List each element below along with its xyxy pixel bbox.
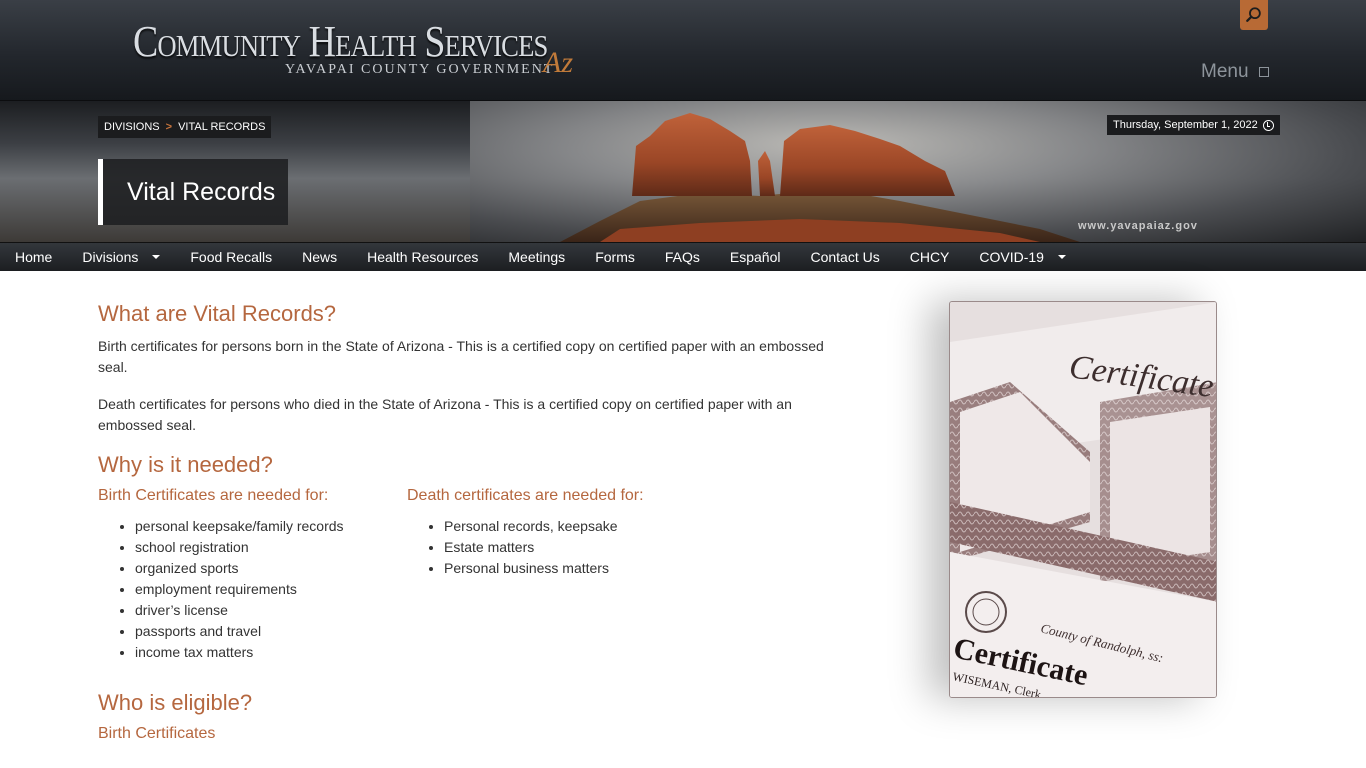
- logo-title: Community Health Services: [133, 17, 548, 66]
- logo-subtitle: YAVAPAI COUNTY GOVERNMENT: [285, 62, 555, 77]
- needs-columns: Birth Certificates are needed for: perso…: [98, 487, 858, 677]
- list-item: employment requirements: [135, 579, 398, 600]
- dropdown-caret-icon: [1057, 255, 1066, 259]
- nav-news[interactable]: News: [287, 243, 352, 272]
- menu-label: Menu: [1201, 61, 1249, 82]
- nav-forms[interactable]: Forms: [580, 243, 650, 272]
- clock-icon: [1262, 119, 1274, 131]
- nav-divisions[interactable]: Divisions: [67, 243, 175, 272]
- list-item: Estate matters: [444, 537, 727, 558]
- list-item: Personal records, keepsake: [444, 516, 727, 537]
- list-item: personal keepsake/family records: [135, 516, 398, 537]
- list-item: driver’s license: [135, 600, 398, 621]
- site-logo[interactable]: Community Health Services YAVAPAI COUNTY…: [133, 16, 593, 86]
- death-needs-column: Death certificates are needed for: Perso…: [407, 487, 727, 579]
- nav-label: Food Recalls: [190, 249, 273, 265]
- nav-label: Contact Us: [810, 249, 880, 265]
- certificates-photo: Certificate County of Randolph, ss: Cert…: [949, 301, 1217, 698]
- list-item: school registration: [135, 537, 398, 558]
- logo-az: Az: [543, 46, 573, 79]
- eligible-birth-subheading: Birth Certificates: [98, 725, 216, 742]
- main-nav: Home Divisions Food Recalls News Health …: [0, 242, 1366, 271]
- site-header: Community Health Services YAVAPAI COUNTY…: [0, 0, 1366, 101]
- nav-chcy[interactable]: CHCY: [895, 243, 965, 272]
- nav-label: Divisions: [82, 249, 139, 265]
- current-date: Thursday, September 1, 2022: [1107, 115, 1280, 135]
- nav-label: Meetings: [508, 249, 566, 265]
- breadcrumb-vital-records[interactable]: VITAL RECORDS: [178, 121, 265, 133]
- nav-label: CHCY: [909, 249, 950, 265]
- nav-covid-19[interactable]: COVID-19: [964, 243, 1081, 272]
- nav-health-resources[interactable]: Health Resources: [352, 243, 493, 272]
- search-button[interactable]: [1240, 0, 1268, 30]
- menu-icon: [1258, 67, 1269, 77]
- what-paragraph-death: Death certificates for persons who died …: [98, 396, 792, 433]
- list-item: organized sports: [135, 558, 398, 579]
- nav-home[interactable]: Home: [0, 243, 67, 272]
- list-item: passports and travel: [135, 621, 398, 642]
- main-content: What are Vital Records? Birth certificat…: [98, 300, 858, 743]
- death-needs-heading: Death certificates are needed for:: [407, 487, 644, 504]
- death-needs-list: Personal records, keepsake Estate matter…: [407, 516, 727, 579]
- banner-watermark: www.yavapaiaz.gov: [1078, 220, 1198, 232]
- search-icon: [1246, 7, 1261, 22]
- birth-needs-column: Birth Certificates are needed for: perso…: [98, 487, 398, 663]
- why-heading: Why is it needed?: [98, 452, 273, 477]
- dropdown-caret-icon: [152, 255, 161, 259]
- breadcrumb-divisions[interactable]: DIVISIONS: [104, 121, 160, 133]
- date-text: Thursday, September 1, 2022: [1113, 119, 1258, 131]
- nav-label: Español: [729, 249, 781, 265]
- nav-label: FAQs: [664, 249, 700, 265]
- eligible-heading: Who is eligible?: [98, 690, 253, 715]
- page-title-text: Vital Records: [127, 177, 276, 206]
- nav-label: COVID-19: [979, 249, 1044, 265]
- nav-food-recalls[interactable]: Food Recalls: [175, 243, 287, 272]
- nav-contact-us[interactable]: Contact Us: [795, 243, 894, 272]
- list-item: Personal business matters: [444, 558, 727, 579]
- nav-label: Forms: [595, 249, 635, 265]
- nav-faqs[interactable]: FAQs: [650, 243, 715, 272]
- birth-needs-list: personal keepsake/family records school …: [98, 516, 398, 663]
- page-title: Vital Records: [98, 159, 288, 225]
- hero-banner: DIVISIONS > VITAL RECORDS Thursday, Sept…: [0, 101, 1366, 242]
- what-heading: What are Vital Records?: [98, 301, 337, 326]
- what-paragraph-birth: Birth certificates for persons born in t…: [98, 338, 824, 375]
- nav-label: Health Resources: [367, 249, 479, 265]
- certificates-illustration: Certificate County of Randolph, ss: Cert…: [950, 302, 1216, 697]
- breadcrumb-separator: >: [165, 121, 173, 133]
- menu-toggle[interactable]: Menu: [1201, 61, 1269, 83]
- birth-needs-heading: Birth Certificates are needed for:: [98, 487, 329, 504]
- list-item: income tax matters: [135, 642, 398, 663]
- nav-meetings[interactable]: Meetings: [493, 243, 580, 272]
- nav-label: Home: [15, 249, 53, 265]
- breadcrumb: DIVISIONS > VITAL RECORDS: [98, 116, 272, 138]
- nav-espanol[interactable]: Español: [715, 243, 796, 272]
- nav-label: News: [302, 249, 338, 265]
